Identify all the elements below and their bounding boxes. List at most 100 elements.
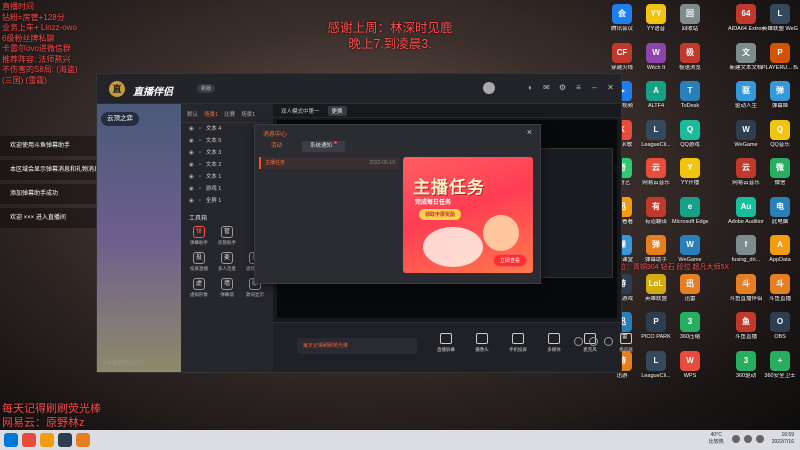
lock-icon[interactable]: ▫: [199, 123, 201, 135]
desktop-icon[interactable]: 迅迅雷: [672, 273, 708, 303]
eye-icon[interactable]: ◉: [189, 159, 194, 171]
desktop-icon[interactable]: L LeagueCli...: [638, 350, 674, 380]
desktop-icon[interactable]: W WPS: [672, 350, 708, 380]
desktop-icon[interactable]: A AppData: [762, 235, 798, 264]
desktop-icon[interactable]: W WeGame: [728, 119, 764, 149]
desktop-icon[interactable]: 64 AIDA64 Extreme: [728, 4, 764, 33]
network-icon[interactable]: [731, 435, 740, 443]
scene-tab[interactable]: 比赛: [224, 110, 235, 118]
close-icon[interactable]: ×: [527, 127, 532, 137]
minimize-icon[interactable]: –: [590, 83, 599, 92]
message-item[interactable]: 主播任务 2022-05-19: [259, 157, 399, 169]
clock[interactable]: 16:59 2022/7/16: [772, 432, 794, 446]
desktop-icon[interactable]: 微微信: [762, 158, 798, 187]
desktop-icon[interactable]: W Witch It: [638, 42, 674, 72]
desktop-icon[interactable]: 驱驱动人生: [728, 81, 764, 110]
capture-tool[interactable]: 扬声器: [613, 333, 639, 353]
tool-danmu[interactable]: 弹弹幕助手: [185, 226, 213, 246]
lock-icon[interactable]: ▫: [199, 147, 201, 159]
eye-icon[interactable]: ◉: [189, 195, 194, 207]
promo-reward-button[interactable]: 领取丰厚奖励: [419, 209, 462, 220]
desktop-icon[interactable]: CF 穿越火线: [604, 42, 640, 72]
eye-icon[interactable]: ◉: [189, 123, 194, 135]
eye-icon[interactable]: [589, 337, 598, 346]
scene-tab[interactable]: 默认: [187, 110, 198, 118]
mail-icon[interactable]: ✉: [542, 83, 551, 92]
taskbar-app-icon[interactable]: [4, 433, 18, 447]
eye-icon[interactable]: ◉: [189, 147, 194, 159]
desktop-icon[interactable]: L 英雄联盟 WeGame版: [762, 4, 798, 33]
desktop-icon[interactable]: Au Adobe Audition: [728, 196, 764, 226]
desktop-icon[interactable]: 3 360驱动: [728, 350, 764, 380]
desktop-icon[interactable]: 弹弹幕助手: [638, 235, 674, 264]
eye-icon[interactable]: ◉: [189, 171, 194, 183]
desktop-icon[interactable]: 云网易云音乐: [638, 158, 674, 187]
desktop-icon[interactable]: 会腾讯会议: [604, 4, 640, 33]
desktop-icon[interactable]: e Microsoft Edge: [672, 196, 708, 226]
weather-widget[interactable]: 40°C 比较热: [709, 432, 724, 446]
version-badge[interactable]: 新版: [197, 84, 216, 93]
go-live-banner[interactable]: 每天记得刷刷荧光棒: [297, 338, 417, 354]
tool-wall[interactable]: 墙弹幕墙: [213, 278, 241, 298]
desktop-icon[interactable]: Q QQ游戏: [672, 119, 708, 149]
taskbar-app-icon[interactable]: [22, 433, 36, 447]
gear-icon[interactable]: [604, 337, 613, 346]
desktop-icon[interactable]: f fusing_dri...: [728, 235, 764, 264]
desktop-icon[interactable]: 斗斗鱼直播: [762, 273, 798, 303]
close-icon[interactable]: ✕: [606, 83, 615, 92]
lock-icon[interactable]: ▫: [199, 135, 201, 147]
desktop-icon[interactable]: PPLAYERU... BATTLEGR...: [762, 42, 798, 72]
desktop-icon[interactable]: 有有道翻译: [638, 196, 674, 226]
lock-icon[interactable]: ▫: [199, 159, 201, 171]
taskbar-app-icon[interactable]: [76, 433, 90, 447]
change-scene-button[interactable]: 更换: [327, 105, 347, 116]
desktop-icon[interactable]: Y YY开播: [672, 158, 708, 187]
desktop-icon[interactable]: 极极速浏览: [672, 42, 708, 72]
scene-tab[interactable]: 场景1: [241, 110, 255, 118]
settings-icon[interactable]: ⚙: [558, 83, 567, 92]
eye-icon[interactable]: ◉: [189, 183, 194, 195]
desktop-icon[interactable]: L LeagueCli...: [638, 119, 674, 149]
desktop-icon[interactable]: 3 360压缩: [672, 312, 708, 341]
desktop-icon[interactable]: 文新建文本文档: [728, 42, 764, 72]
tool-cast[interactable]: 投投屏直播: [185, 252, 213, 272]
capture-tool[interactable]: 直播屏幕: [433, 333, 459, 353]
tool-manager[interactable]: 管房管助手: [213, 226, 241, 246]
scene-tab[interactable]: 场景1: [204, 110, 218, 118]
desktop-icon[interactable]: T ToDesk: [672, 81, 708, 110]
lock-icon[interactable]: ▫: [199, 183, 201, 195]
taskbar-app-icon[interactable]: [58, 433, 72, 447]
tab-activity[interactable]: 活动: [263, 141, 290, 152]
desktop-icon[interactable]: W WeGame: [672, 235, 708, 264]
desktop-icon[interactable]: 云网易云音乐: [728, 158, 764, 187]
input-method-icon[interactable]: [755, 435, 764, 443]
tool-multi-mic[interactable]: 麦多人连麦: [213, 252, 241, 272]
desktop-icon[interactable]: P PICO PARK: [638, 312, 674, 341]
tool-avatar[interactable]: 虚虚拟形象: [185, 278, 213, 298]
desktop-icon[interactable]: +360安全卫士: [762, 350, 798, 380]
camera-toggle-icon[interactable]: [574, 337, 583, 346]
capture-tool[interactable]: 摄像头: [469, 333, 495, 353]
user-avatar[interactable]: [483, 82, 495, 94]
view-now-button[interactable]: 立即查看: [492, 254, 527, 267]
desktop-icon[interactable]: 鱼斗鱼直播: [728, 312, 764, 341]
desktop-icon[interactable]: LoL 英雄联盟: [638, 273, 674, 303]
desktop-icon[interactable]: 弹弹幕姬: [762, 81, 798, 110]
desktop-icon[interactable]: A ALTF4: [638, 81, 674, 110]
capture-tool[interactable]: 多媒体: [541, 333, 567, 353]
taskbar-app-icon[interactable]: [40, 433, 54, 447]
desktop-icon[interactable]: Q QQ音乐: [762, 119, 798, 149]
desktop-icon[interactable]: YY YY语音: [638, 4, 674, 33]
capture-tool[interactable]: 手机投屏: [505, 333, 531, 353]
lock-icon[interactable]: ▫: [199, 171, 201, 183]
skin-icon[interactable]: ◐: [526, 83, 535, 92]
game-selector[interactable]: 云顶之弈: [101, 112, 139, 126]
tab-system[interactable]: 系统通知: [302, 141, 346, 152]
promo-banner[interactable]: 主播任务 完成每日任务 领取丰厚奖励 立即查看: [403, 157, 533, 273]
menu-icon[interactable]: ≡: [574, 83, 583, 92]
desktop-icon[interactable]: 电此电脑: [762, 196, 798, 226]
eye-icon[interactable]: ◉: [189, 135, 194, 147]
desktop-icon[interactable]: O OBS: [762, 312, 798, 341]
lock-icon[interactable]: ▫: [199, 195, 201, 207]
desktop-icon[interactable]: 斗斗鱼直播伴侣: [728, 273, 764, 303]
